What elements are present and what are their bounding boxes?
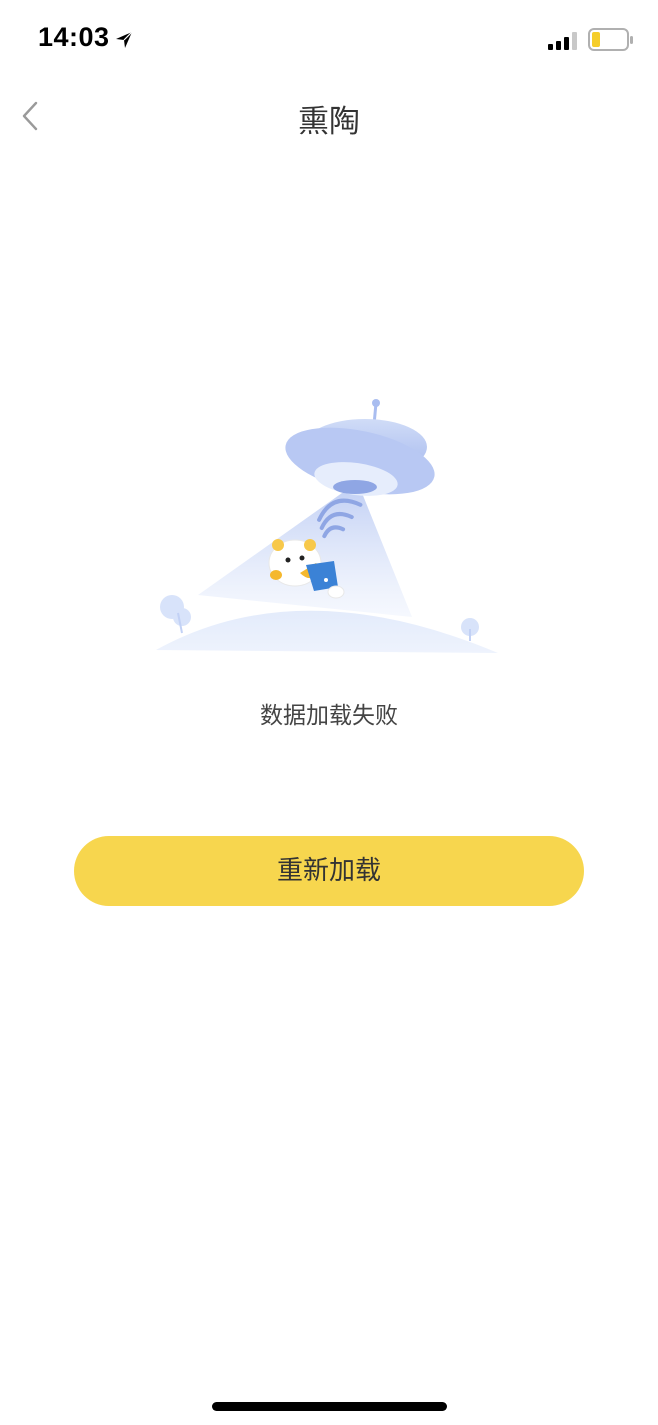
page-title: 熏陶 [298, 104, 360, 140]
battery-icon [588, 28, 633, 51]
status-time: 14:03 [38, 22, 110, 52]
error-message: 数据加载失败 [260, 703, 398, 729]
signal-icon [548, 32, 577, 50]
ufo-mascot-illustration [156, 399, 498, 653]
status-bar: 14:03 [0, 0, 658, 80]
location-arrow-icon [116, 31, 133, 48]
home-indicator[interactable] [212, 1402, 447, 1411]
nav-bar: 熏陶 [0, 80, 658, 152]
reload-button[interactable]: 重新加载 [74, 836, 584, 906]
